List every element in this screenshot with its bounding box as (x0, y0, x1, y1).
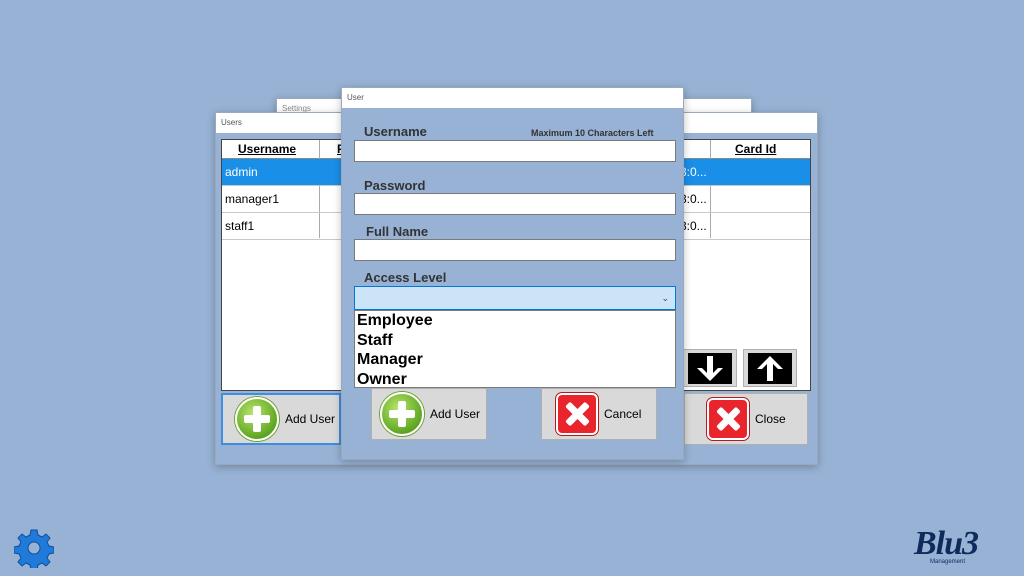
arrow-down-icon (688, 353, 732, 384)
gear-icon[interactable] (13, 528, 55, 571)
username-label: Username (364, 124, 427, 139)
cell-username: manager1 (225, 192, 280, 206)
add-user-button[interactable]: Add User (221, 393, 341, 445)
close-label: Close (755, 412, 786, 426)
cell-username: staff1 (225, 219, 255, 233)
logo-text: Blu3 (914, 525, 979, 562)
user-dialog: User Username Maximum 10 Characters Left… (341, 87, 684, 460)
full-name-label: Full Name (366, 224, 429, 239)
close-button[interactable]: Close (684, 393, 808, 445)
access-level-dropdown-list: Employee Staff Manager Owner (354, 310, 676, 388)
column-header-card-id[interactable]: Card Id (735, 142, 776, 156)
move-up-button[interactable] (743, 349, 797, 387)
dropdown-option-owner[interactable]: Owner (355, 370, 675, 390)
cell-partial: 3:0... (680, 165, 707, 179)
column-header-username[interactable]: Username (238, 142, 296, 156)
cancel-icon (556, 393, 598, 435)
logo-subtext: Management (930, 559, 966, 565)
dialog-add-user-label: Add User (430, 407, 481, 421)
password-label: Password (364, 178, 426, 193)
cell-partial: 3:0... (680, 192, 707, 206)
full-name-input[interactable] (354, 239, 676, 261)
access-level-label: Access Level (364, 270, 447, 285)
username-input[interactable] (354, 140, 676, 162)
arrow-up-icon (748, 353, 792, 384)
dropdown-option-manager[interactable]: Manager (355, 350, 675, 370)
add-user-label: Add User (285, 412, 336, 426)
user-dialog-body: Username Maximum 10 Characters Left Pass… (342, 108, 683, 459)
blu3-logo: Blu3 Management (912, 525, 1012, 571)
access-level-select[interactable]: ⌄ (354, 286, 676, 310)
dropdown-option-employee[interactable]: Employee (355, 311, 675, 331)
cancel-button[interactable]: Cancel (541, 388, 657, 440)
cancel-label: Cancel (604, 407, 642, 421)
cell-username: admin (225, 165, 258, 179)
close-icon (707, 398, 749, 440)
password-input[interactable] (354, 193, 676, 215)
move-down-button[interactable] (683, 349, 737, 387)
cell-partial: 3:0... (680, 219, 707, 233)
dropdown-option-staff[interactable]: Staff (355, 331, 675, 351)
username-hint: Maximum 10 Characters Left (531, 128, 654, 138)
chevron-down-icon: ⌄ (661, 293, 669, 303)
plus-icon (235, 397, 279, 441)
user-dialog-title: User (342, 88, 683, 108)
plus-icon (380, 392, 424, 436)
dialog-add-user-button[interactable]: Add User (371, 388, 487, 440)
